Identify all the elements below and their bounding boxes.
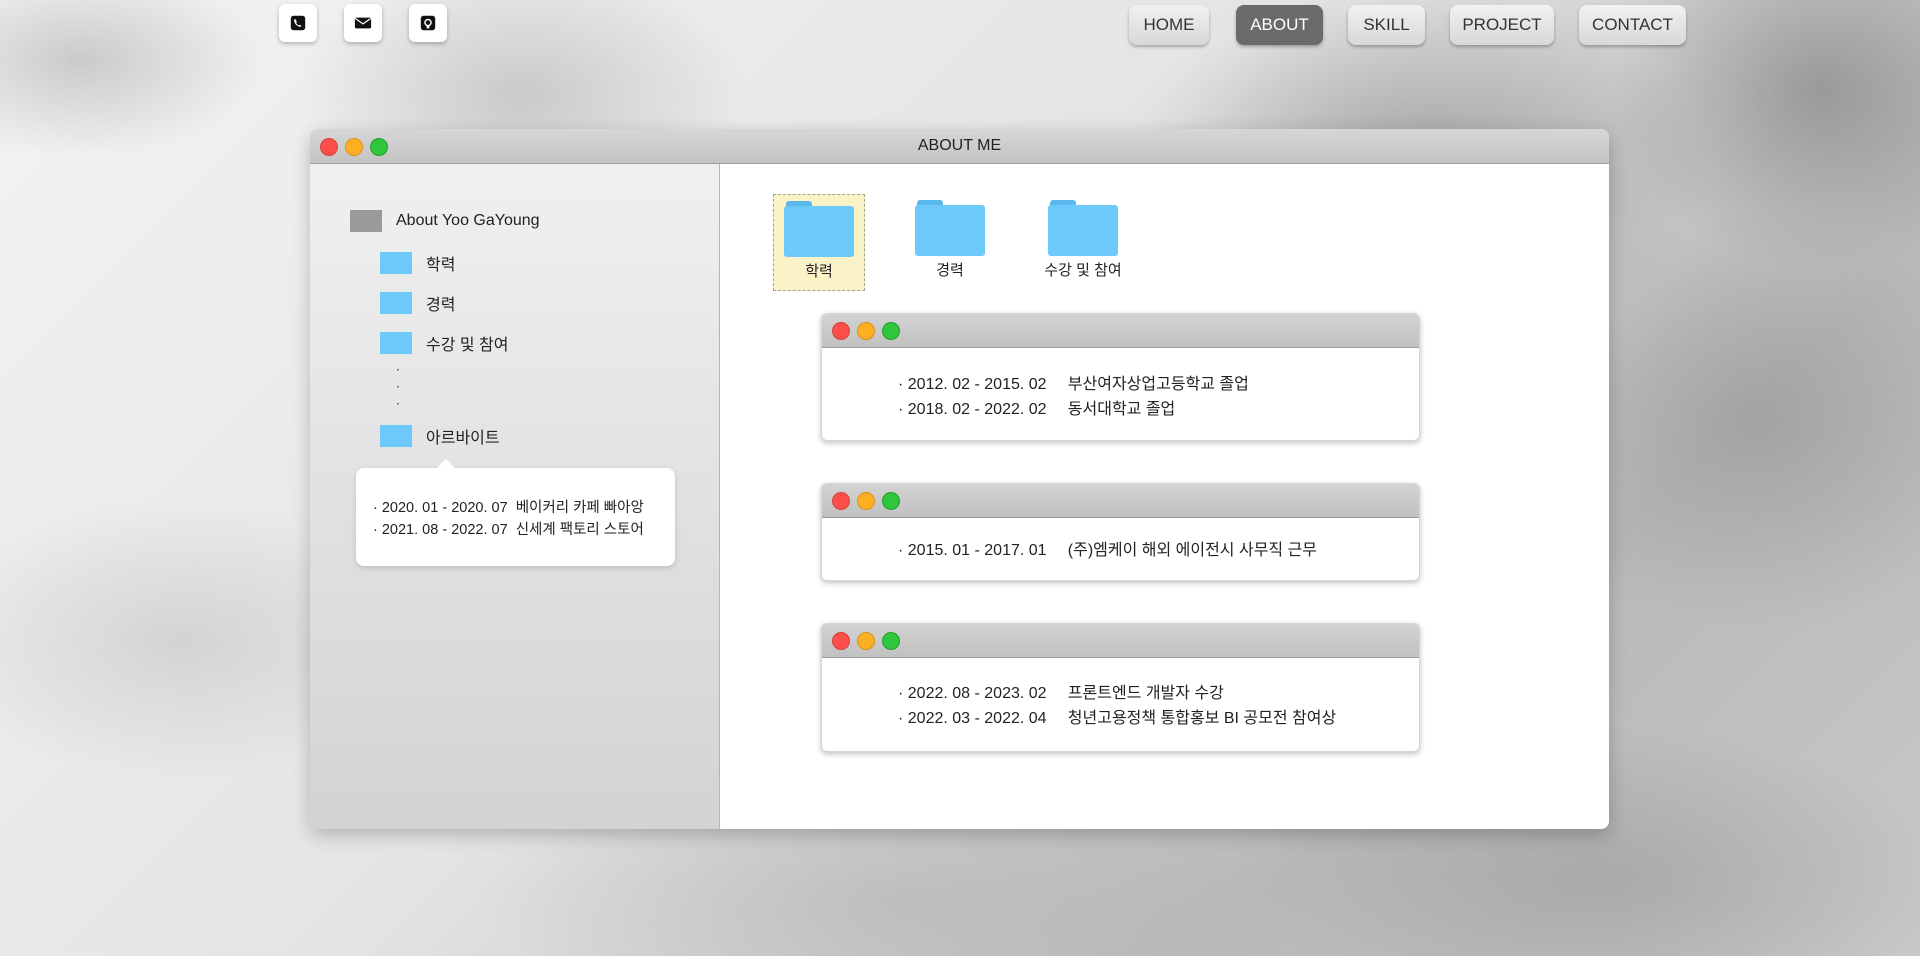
minimize-button[interactable]	[857, 322, 875, 340]
sidebar-item-label: 수강 및 참여	[426, 337, 509, 354]
folder-icon	[915, 200, 985, 256]
maximize-button[interactable]	[882, 632, 900, 650]
window-titlebar: ABOUT ME	[310, 129, 1609, 164]
popover-line: · 2021. 08 - 2022. 07 신세계 팩토리 스토어	[373, 522, 644, 538]
courses-card: · 2022. 08 - 2023. 02 프론트엔드 개발자 수강 · 2022…	[821, 623, 1420, 752]
folder-icon	[380, 252, 412, 274]
folder-career[interactable]: 경력	[905, 194, 995, 289]
card-line: · 2018. 02 - 2022. 02 동서대학교 졸업	[898, 401, 1176, 418]
folder-icon	[380, 292, 412, 314]
ellipsis-dot: ·	[396, 397, 400, 411]
sidebar-item-label: 아르바이트	[426, 430, 500, 447]
folder-label: 수강 및 참여	[1044, 262, 1122, 279]
folder-icon	[350, 210, 382, 232]
card-controls	[832, 632, 900, 650]
sidebar-item-career[interactable]: 경력	[380, 291, 455, 315]
folder-courses[interactable]: 수강 및 참여	[1038, 194, 1128, 289]
mail-icon[interactable]	[344, 4, 382, 42]
folder-icon	[784, 201, 854, 257]
sidebar-item-parttime[interactable]: 아르바이트	[380, 424, 500, 448]
github-icon[interactable]	[409, 4, 447, 42]
maximize-button[interactable]	[882, 322, 900, 340]
parttime-popover: · 2020. 01 - 2020. 07 베이커리 카페 빠아앙 · 2021…	[356, 459, 675, 566]
folder-label: 경력	[936, 262, 964, 279]
maximize-button[interactable]	[882, 492, 900, 510]
minimize-button[interactable]	[857, 492, 875, 510]
sidebar-item-label: 경력	[426, 297, 456, 314]
phone-icon[interactable]	[279, 4, 317, 42]
close-button[interactable]	[832, 632, 850, 650]
tree-root-label: About Yoo GaYoung	[396, 212, 540, 229]
nav-contact[interactable]: CONTACT	[1579, 5, 1686, 45]
tree-root[interactable]: About Yoo GaYoung	[350, 210, 540, 232]
folder-icon	[380, 425, 412, 447]
content-pane: 학력 경력 수강 및 참여 · 2012. 02 - 2015. 02 부산여자…	[720, 164, 1609, 829]
ellipsis-dot: ·	[396, 380, 400, 394]
education-card: · 2012. 02 - 2015. 02 부산여자상업고등학교 졸업 · 201…	[821, 313, 1420, 441]
minimize-button[interactable]	[857, 632, 875, 650]
folder-label: 학력	[805, 263, 833, 280]
card-line: · 2022. 03 - 2022. 04 청년고용정책 통합홍보 BI 공모전 …	[898, 710, 1337, 727]
card-controls	[832, 322, 900, 340]
card-titlebar	[822, 314, 1419, 348]
nav-project[interactable]: PROJECT	[1450, 5, 1554, 45]
close-button[interactable]	[832, 322, 850, 340]
ellipsis-dot: ·	[396, 363, 400, 377]
sidebar: About Yoo GaYoung 학력 경력 수강 및 참여 · · · 아르…	[310, 164, 720, 829]
folder-education[interactable]: 학력	[773, 194, 865, 291]
card-line: · 2012. 02 - 2015. 02 부산여자상업고등학교 졸업	[898, 376, 1249, 393]
card-line: · 2015. 01 - 2017. 01 (주)엠케이 해외 에이전시 사무직 …	[898, 542, 1318, 559]
card-titlebar	[822, 484, 1419, 518]
sidebar-item-label: 학력	[426, 257, 456, 274]
nav-home[interactable]: HOME	[1129, 5, 1209, 45]
folder-icon	[380, 332, 412, 354]
window-title: ABOUT ME	[917, 137, 1002, 154]
sidebar-item-courses[interactable]: 수강 및 참여	[380, 331, 509, 355]
card-titlebar	[822, 624, 1419, 658]
popover-line: · 2020. 01 - 2020. 07 베이커리 카페 빠아앙	[373, 500, 644, 516]
sidebar-item-education[interactable]: 학력	[380, 251, 455, 275]
close-button[interactable]	[832, 492, 850, 510]
career-card: · 2015. 01 - 2017. 01 (주)엠케이 해외 에이전시 사무직 …	[821, 483, 1420, 581]
contact-icons	[279, 4, 447, 42]
about-window: ABOUT ME About Yoo GaYoung 학력 경력 수강 및 참여…	[310, 129, 1609, 829]
folder-icon	[1048, 200, 1118, 256]
nav-about[interactable]: ABOUT	[1236, 5, 1323, 45]
nav-skill[interactable]: SKILL	[1348, 5, 1425, 45]
card-controls	[832, 492, 900, 510]
card-line: · 2022. 08 - 2023. 02 프론트엔드 개발자 수강	[898, 685, 1224, 702]
